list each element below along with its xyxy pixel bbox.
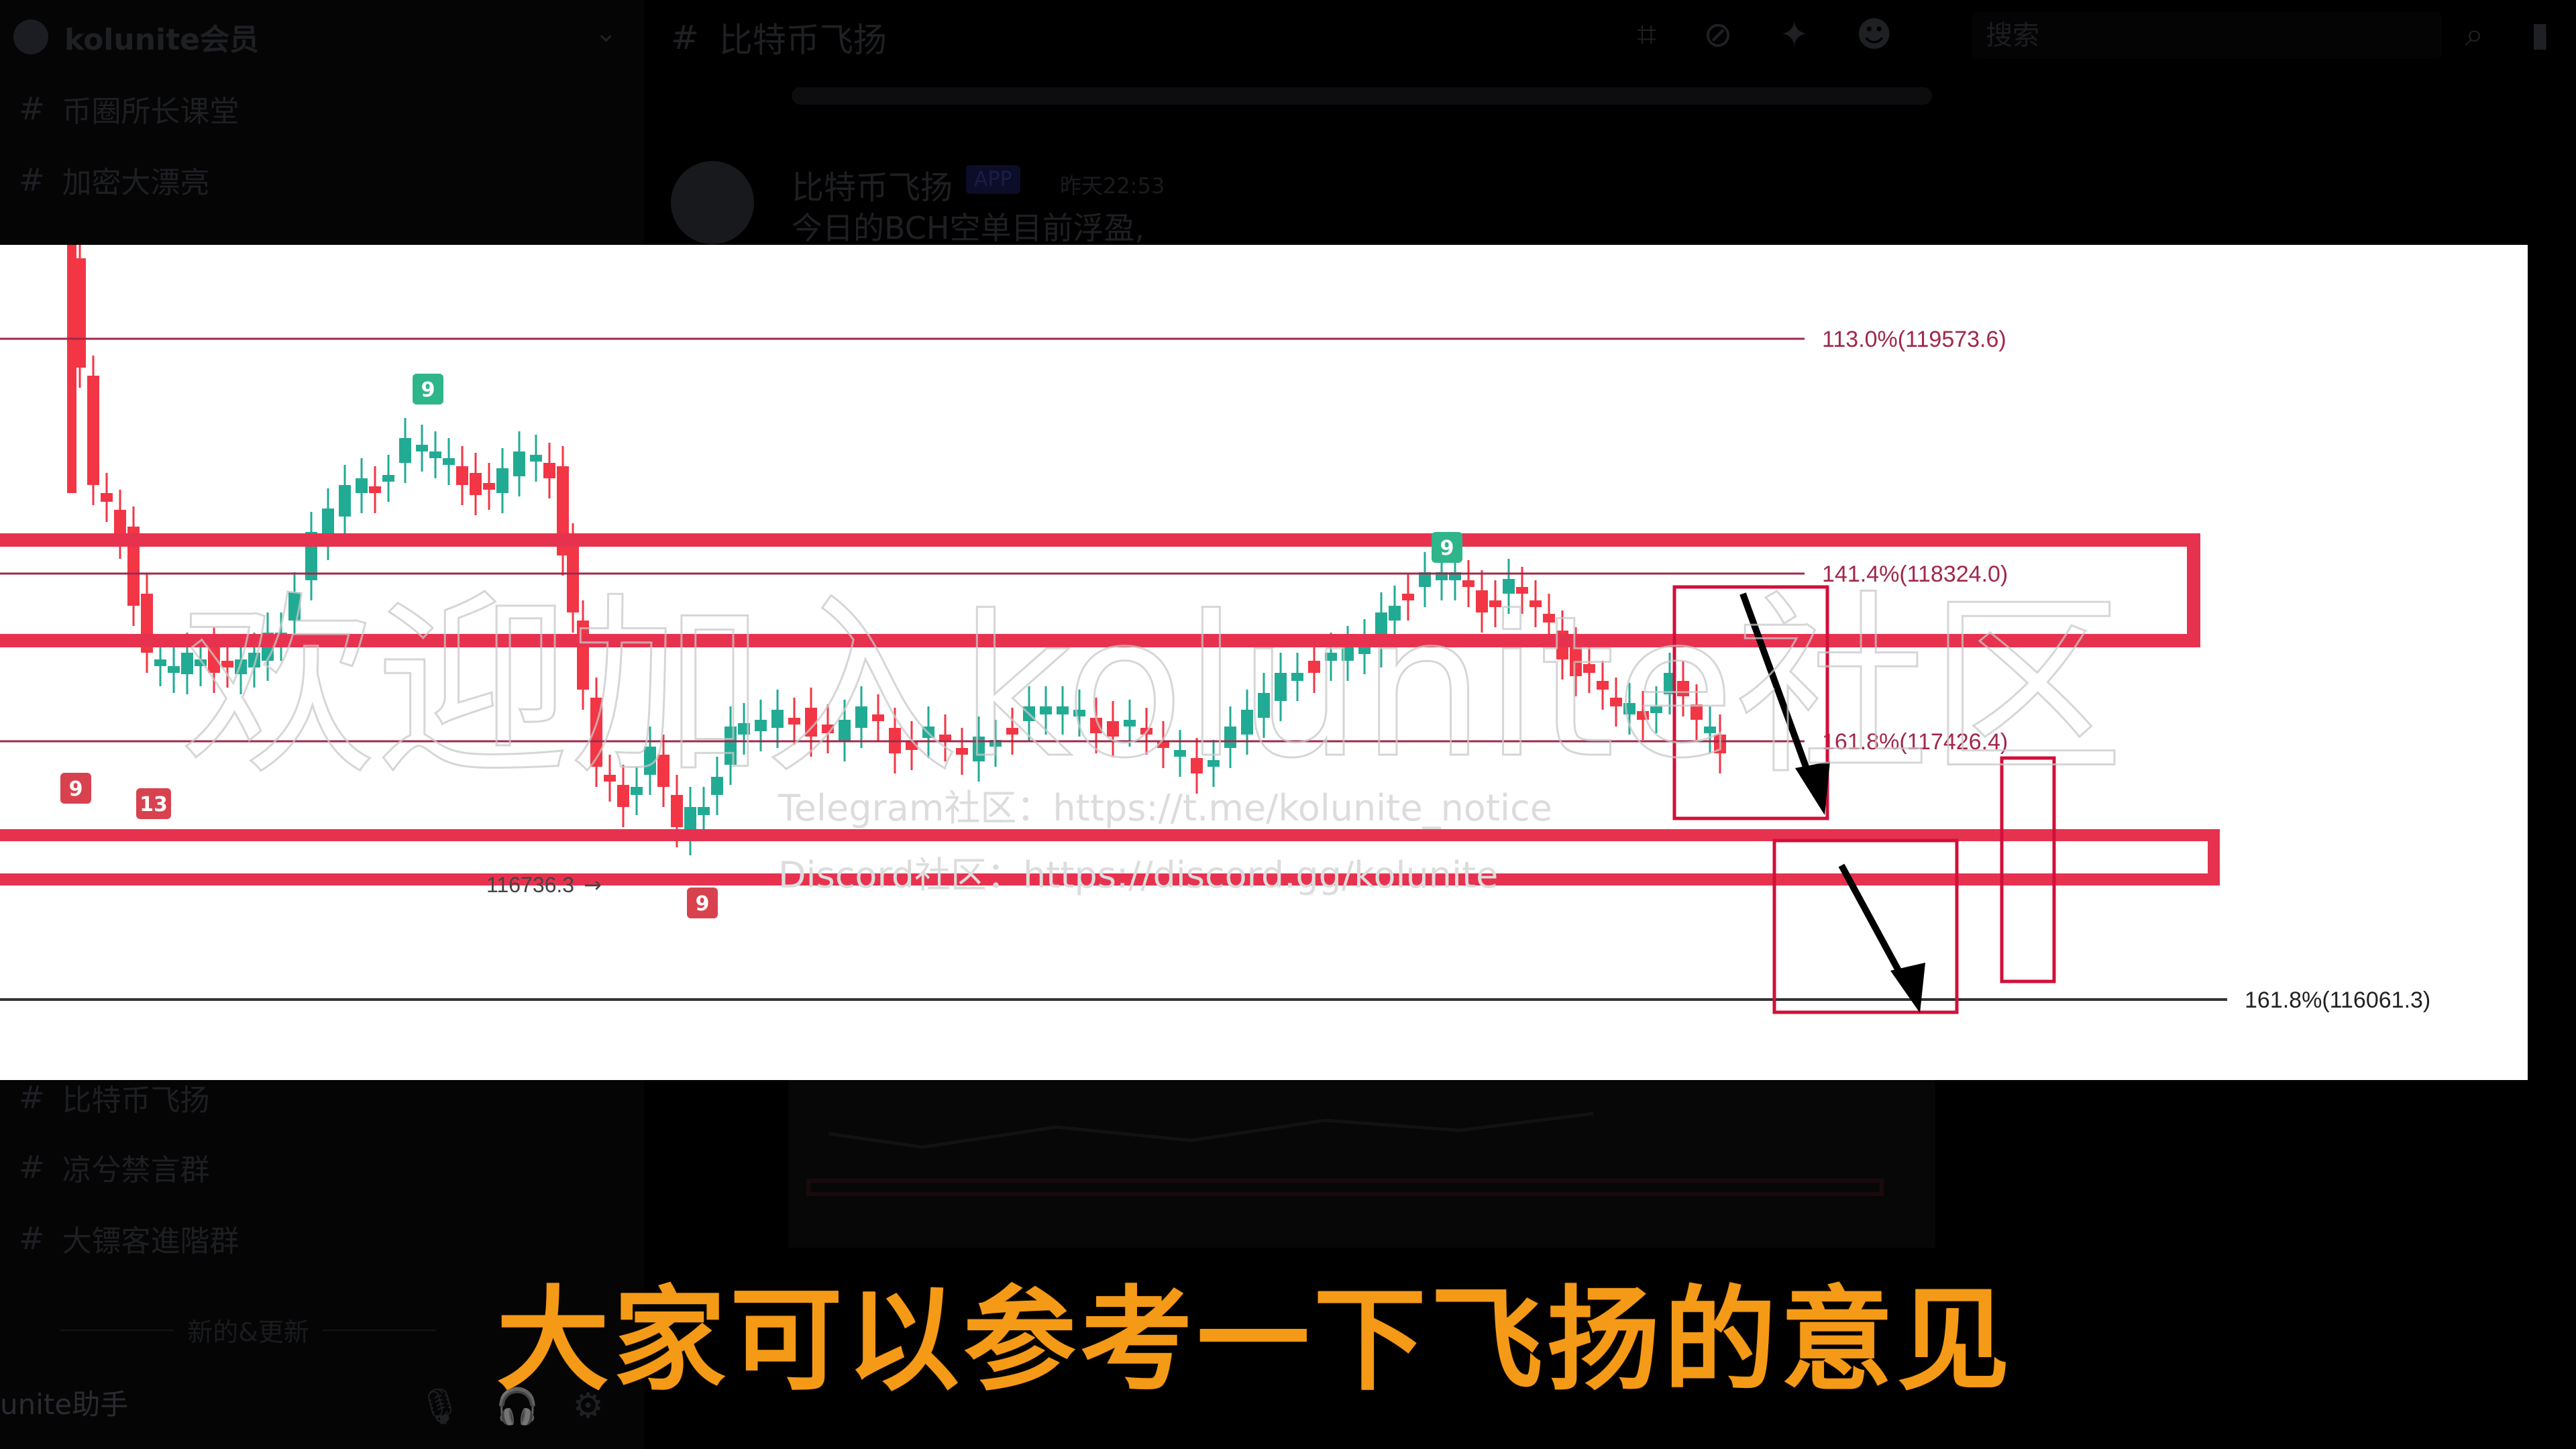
candle-body [369, 486, 381, 493]
message-author[interactable]: 比特币飞扬 [792, 161, 953, 208]
count-marker-label: 9 [421, 378, 435, 402]
candle-body [101, 493, 113, 502]
candle-body [67, 245, 76, 493]
candle-body [443, 458, 455, 465]
message-text: 今日的BCH空单目前浮盈, [792, 210, 1145, 246]
hashtag-icon: # [19, 162, 45, 198]
candle-body [416, 445, 428, 451]
candle-body [154, 659, 166, 666]
channel-label: 币圈所长课堂 [62, 95, 239, 129]
microphone-icon[interactable]: 🎙 [418, 1386, 462, 1427]
fib-label: 113.0%(119573.6) [1822, 327, 2006, 352]
app-badge: APP [966, 165, 1020, 194]
channel-label: 加密大漂亮 [62, 166, 210, 200]
members-icon[interactable]: ☻ [1856, 15, 1892, 56]
discord-link: Discord社区：https://discord.gg/kolunite [778, 854, 1498, 896]
search-icon[interactable]: ⌕ [2465, 15, 2483, 54]
server-name: kolunite会员 [64, 23, 259, 57]
server-avatar [13, 19, 48, 54]
chevron-down-icon[interactable]: ⌄ [594, 17, 617, 48]
search-input[interactable]: 搜索 [1972, 12, 2442, 59]
candle-body [470, 473, 482, 495]
divider-label: 新的&更新 [187, 1318, 309, 1347]
sidebar-channel[interactable]: # 凉兮禁言群 [19, 1140, 210, 1194]
channel-label: 比特币飞扬 [62, 1083, 210, 1118]
hashtag-icon: # [19, 1149, 45, 1185]
sidebar-channel[interactable]: # 加密大漂亮 [19, 153, 210, 207]
low-price-label: 116736.3 [486, 873, 574, 897]
arrow-down-icon [1838, 863, 1925, 1013]
count-marker-label: 9 [1440, 537, 1454, 560]
candle-body [530, 455, 542, 462]
video-caption: 大家可以参考一下飞扬的意见 [496, 1275, 2014, 1406]
new-divider: 新的&更新 [47, 1311, 449, 1348]
highlight-box [1772, 839, 1959, 1014]
threads-icon[interactable]: ⌗ [1637, 15, 1656, 56]
hashtag-icon: # [19, 91, 45, 127]
hashtag-icon: # [19, 1220, 45, 1256]
count-marker-label: 13 [140, 793, 168, 816]
hashtag-icon: # [19, 1079, 45, 1116]
candle-body [543, 463, 555, 478]
count-marker-label: 9 [69, 777, 83, 801]
candle-body [513, 451, 525, 476]
arrow-right-icon: → [584, 872, 602, 898]
channel-title-label: 比特币飞扬 [718, 21, 887, 60]
sidebar-channel[interactable]: # 大镖客進階群 [19, 1212, 239, 1265]
fib-label: 161.8%(116061.3) [2245, 987, 2430, 1013]
candle-body [456, 466, 468, 485]
channel-title: # 比特币飞扬 [671, 13, 887, 62]
channel-header: # 比特币飞扬 ⌗ ⊘ ✦ ☻ 搜索 ⌕ ▮ [644, 0, 2576, 74]
server-header[interactable]: kolunite会员 ⌄ [13, 13, 617, 60]
count-marker-label: 9 [696, 892, 710, 916]
watermark: 欢迎加入kolunite社区 [181, 575, 2124, 801]
telegram-link: Telegram社区：https://t.me/kolunite_notice [777, 787, 1552, 829]
bookmark-icon[interactable]: ▮ [2530, 15, 2549, 54]
candle-body [168, 666, 180, 673]
candle-body [382, 475, 394, 482]
candle-body [356, 478, 368, 493]
candle-body [87, 376, 99, 485]
candle-body [496, 468, 508, 493]
hashtag-icon: # [671, 18, 699, 57]
message: 比特币飞扬 APP 昨天22:53 今日的BCH空单目前浮盈, [671, 161, 2415, 255]
channel-label: 大镖客進階群 [62, 1224, 239, 1258]
mute-icon[interactable]: ⊘ [1703, 15, 1733, 56]
channel-label: 凉兮禁言群 [62, 1153, 210, 1187]
avatar[interactable] [671, 161, 754, 244]
candle-body [339, 485, 351, 517]
message-timestamp: 昨天22:53 [1060, 173, 1165, 199]
candlestick-chart: 113.0%(119573.6) 141.4%(118324.0) 161.8%… [0, 245, 2430, 1014]
candle-body [698, 807, 710, 815]
chart-panel: 113.0%(119573.6) 141.4%(118324.0) 161.8%… [0, 245, 2528, 1080]
media-strip [792, 87, 1932, 105]
candle-body [399, 438, 411, 463]
background-chart-ghost [788, 1080, 1935, 1248]
candle-body [429, 451, 441, 458]
candle-body [483, 483, 495, 490]
user-name: unite助手 [0, 1387, 129, 1421]
pin-icon[interactable]: ✦ [1780, 15, 1809, 56]
sidebar-channel[interactable]: # 币圈所长课堂 [19, 82, 239, 136]
